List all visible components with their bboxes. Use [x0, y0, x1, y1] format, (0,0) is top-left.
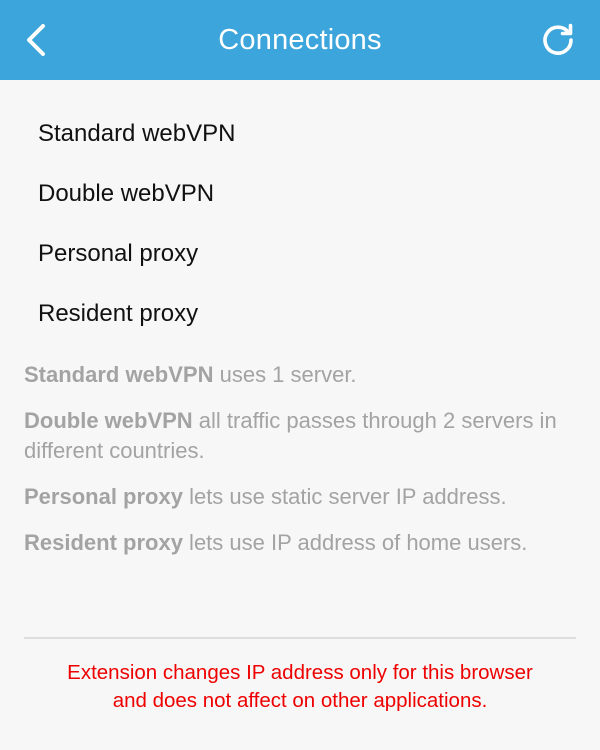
back-button[interactable] [18, 20, 54, 60]
notice-line-2: and does not affect on other application… [112, 689, 488, 712]
description-term: Personal proxy [24, 484, 183, 509]
divider [24, 637, 576, 639]
description-term: Double webVPN [24, 408, 193, 433]
description-personal-proxy: Personal proxy lets use static server IP… [24, 482, 564, 512]
menu-item-standard-webvpn[interactable]: Standard webVPN [0, 104, 600, 164]
description-term: Standard webVPN [24, 362, 214, 387]
refresh-button[interactable] [538, 20, 578, 60]
descriptions-section: Standard webVPN uses 1 server. Double we… [24, 360, 564, 574]
description-double-webvpn: Double webVPN all traffic passes through… [24, 406, 564, 466]
menu-item-personal-proxy[interactable]: Personal proxy [0, 224, 600, 284]
refresh-icon [543, 23, 573, 55]
connection-menu: Standard webVPN Double webVPN Personal p… [0, 104, 600, 344]
notice-line-1: Extension changes IP address only for th… [67, 661, 533, 684]
page-title: Connections [218, 23, 382, 56]
browser-only-notice: Extension changes IP address only for th… [0, 659, 600, 715]
description-text: lets use static server IP address. [182, 484, 507, 509]
description-resident-proxy: Resident proxy lets use IP address of ho… [24, 528, 564, 558]
description-text: uses 1 server. [213, 362, 357, 387]
menu-item-resident-proxy[interactable]: Resident proxy [0, 284, 600, 344]
header-bar: Connections [0, 0, 600, 80]
description-term: Resident proxy [24, 530, 183, 555]
chevron-left-icon [27, 24, 45, 56]
description-text: lets use IP address of home users. [182, 530, 528, 555]
menu-item-double-webvpn[interactable]: Double webVPN [0, 164, 600, 224]
description-standard-webvpn: Standard webVPN uses 1 server. [24, 360, 564, 390]
